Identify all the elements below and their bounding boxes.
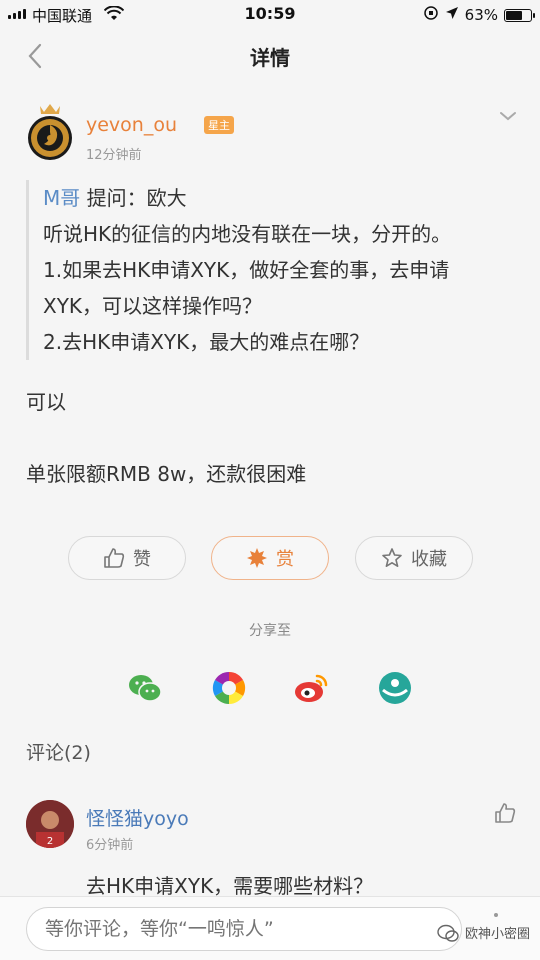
answer-line-2: 单张限额RMB 8w，还款很困难	[26, 462, 307, 486]
quote-line-3: 1.如果去HK申请XYK，做好全套的事，去申请	[43, 258, 450, 282]
comment-time: 6分钟前	[86, 838, 134, 853]
collect-button[interactable]: 收藏	[355, 536, 473, 580]
commenter-avatar[interactable]: 2	[26, 800, 74, 848]
chevron-down-icon[interactable]	[498, 108, 518, 122]
wechat-logo-icon	[437, 924, 459, 942]
qzone-icon[interactable]	[377, 670, 413, 706]
battery-icon	[504, 8, 535, 22]
quote-line-1: M哥 提问：欧大	[43, 186, 187, 210]
share-label: 分享至	[249, 623, 291, 639]
comment-text: 去HK申请XYK，需要哪些材料？	[86, 874, 374, 898]
maple-leaf-icon	[247, 548, 267, 568]
comment-input[interactable]	[26, 907, 462, 951]
page-title: 详情	[250, 46, 290, 70]
post-actions: 赞 赏 收藏	[68, 536, 474, 580]
share-icons	[0, 670, 540, 706]
bottom-bar: 欧神小密圈	[0, 896, 540, 960]
comment-item: 2 怪怪猫yoyo 6分钟前 去HK申请XYK，需要哪些材料？	[26, 800, 526, 900]
comments-title: 评论(2)	[26, 742, 91, 764]
post-header: yevon_ou 星主 12分钟前	[26, 100, 526, 170]
author-avatar[interactable]	[26, 100, 74, 160]
quote-line-5: 2.去HK申请XYK，最大的难点在哪？	[43, 330, 370, 354]
nav-bar: 详情	[0, 30, 540, 80]
weibo-icon[interactable]	[293, 670, 329, 706]
quoted-question: M哥 提问：欧大 听说HK的征信的内地没有联在一块，分开的。 1.如果去HK申请…	[26, 180, 506, 360]
rotation-lock-icon	[423, 5, 439, 25]
reward-button[interactable]: 赏	[211, 536, 329, 580]
location-icon	[445, 6, 459, 24]
thumbs-up-icon	[104, 548, 125, 568]
author-name[interactable]: yevon_ou	[86, 114, 177, 136]
comment-like-button[interactable]	[494, 802, 516, 824]
like-button[interactable]: 赞	[68, 536, 186, 580]
quote-line-4: XYK，可以这样操作吗？	[43, 294, 263, 318]
watermark-text: 欧神小密圈	[464, 927, 530, 942]
collect-label: 收藏	[411, 549, 447, 570]
commenter-name[interactable]: 怪怪猫yoyo	[86, 804, 189, 831]
quote-line-2: 听说HK的征信的内地没有联在一块，分开的。	[43, 222, 452, 246]
wechat-icon[interactable]	[127, 670, 163, 706]
more-dot-icon[interactable]	[494, 913, 498, 917]
answer-line-1: 可以	[26, 390, 66, 414]
moments-icon[interactable]	[211, 670, 247, 706]
thumbs-up-icon	[495, 803, 516, 823]
status-bar: 中国联通 10:59 63%	[0, 0, 540, 30]
svg-text:2: 2	[47, 836, 53, 847]
reward-label: 赏	[276, 549, 294, 570]
battery-percent: 63%	[464, 6, 498, 24]
owner-badge: 星主	[204, 116, 234, 134]
post-time: 12分钟前	[86, 148, 142, 163]
asker-name[interactable]: M哥	[43, 186, 80, 210]
star-icon	[382, 548, 402, 567]
watermark: 欧神小密圈	[437, 923, 530, 942]
like-label: 赞	[133, 549, 151, 570]
